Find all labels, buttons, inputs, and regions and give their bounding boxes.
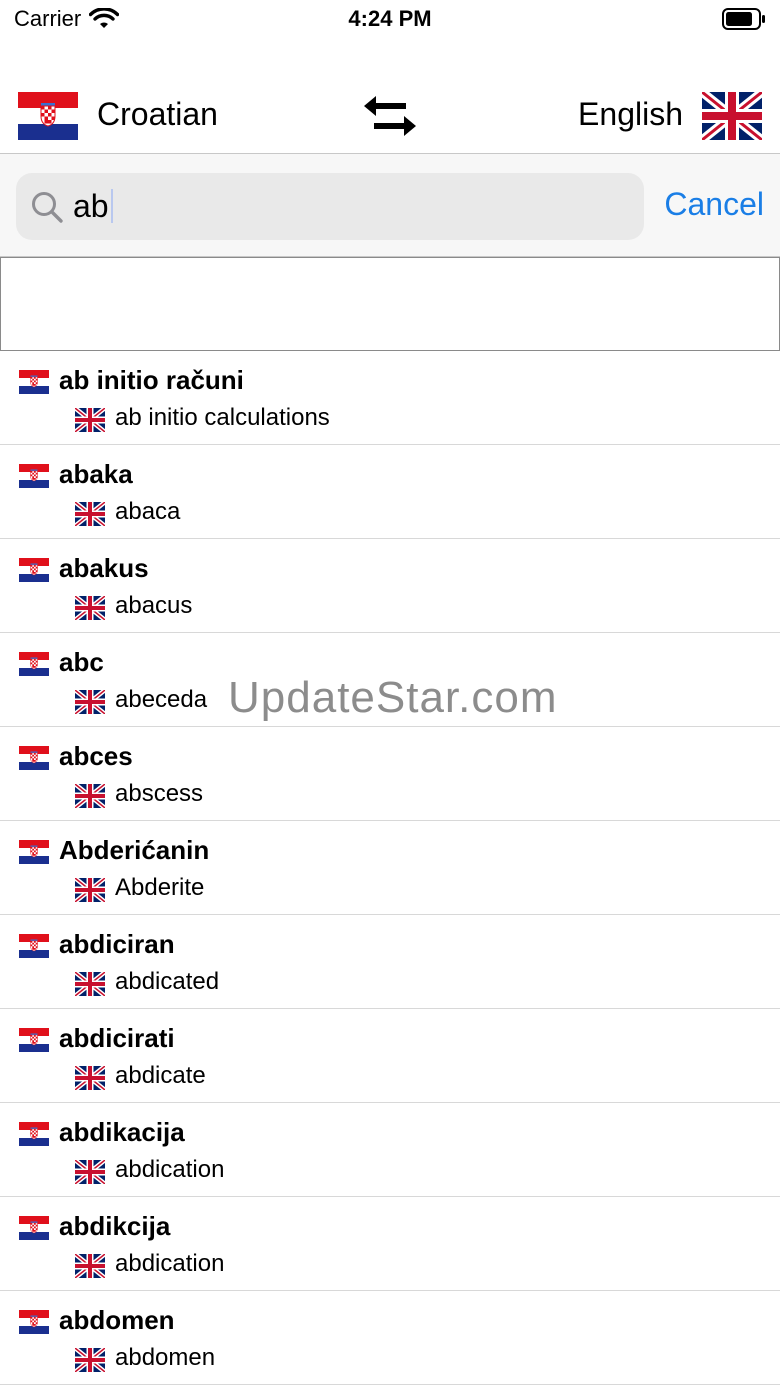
croatia-flag-icon [19, 652, 49, 676]
entry-translation: ab initio calculations [115, 404, 330, 431]
battery-icon [722, 8, 765, 30]
croatia-flag-icon [19, 934, 49, 958]
uk-flag-icon [75, 1254, 105, 1278]
entry-translation: abdication [115, 1156, 225, 1183]
list-item[interactable]: abdikcija abdication [0, 1197, 780, 1291]
croatia-flag-icon [19, 840, 49, 864]
ad-banner-placeholder [0, 257, 780, 351]
uk-flag-icon [75, 408, 105, 432]
uk-flag-icon [75, 1348, 105, 1372]
entry-translation: abaca [115, 498, 181, 525]
croatia-flag-icon [19, 370, 49, 394]
results-list[interactable]: ab initio računi ab initio calculations ab… [0, 351, 780, 1385]
text-caret [110, 189, 113, 223]
croatia-flag-icon [19, 1216, 49, 1240]
entry-translation: abdication [115, 1250, 225, 1277]
list-item[interactable]: Abderićanin Abderite [0, 821, 780, 915]
cancel-button[interactable]: Cancel [664, 186, 764, 223]
uk-flag-icon [75, 690, 105, 714]
entry-translation: abdomen [115, 1344, 216, 1371]
list-item[interactable]: abdicirati abdicate [0, 1009, 780, 1103]
entry-term: Abderićanin [59, 835, 210, 865]
list-item[interactable]: abdiciran abdicated [0, 915, 780, 1009]
entry-term: abakus [59, 553, 149, 583]
croatia-flag-icon [19, 1310, 49, 1334]
search-icon [32, 192, 63, 223]
language-selector-bar: Croatian English [0, 82, 780, 152]
croatia-flag-icon [19, 558, 49, 582]
list-item[interactable]: abaka abaca [0, 445, 780, 539]
target-language-label[interactable]: English [578, 96, 683, 133]
uk-flag-icon [75, 1160, 105, 1184]
watermark: UpdateStar.com [228, 673, 558, 722]
uk-flag-icon [75, 784, 105, 808]
entry-translation: abeceda [115, 686, 208, 713]
croatia-flag-icon [19, 746, 49, 770]
uk-flag-icon [75, 502, 105, 526]
entry-translation: abacus [115, 592, 193, 619]
status-bar: Carrier 4:24 PM [0, 0, 780, 42]
entry-term: abdikacija [59, 1117, 185, 1147]
uk-flag-icon [75, 1066, 105, 1090]
source-language-label[interactable]: Croatian [97, 96, 218, 133]
entry-term: abc [59, 647, 104, 677]
entry-translation: abdicate [115, 1062, 206, 1089]
list-item[interactable]: abdomen abdomen [0, 1291, 780, 1385]
entry-term: abdiciran [59, 929, 175, 959]
swap-languages-icon[interactable] [360, 94, 420, 138]
entry-translation: Abderite [115, 874, 205, 901]
croatia-flag-icon [19, 1028, 49, 1052]
entry-term: abdomen [59, 1305, 175, 1335]
uk-flag-icon [75, 596, 105, 620]
list-item[interactable]: abdikacija abdication [0, 1103, 780, 1197]
entry-term: abdicirati [59, 1023, 175, 1053]
search-bar: ab Cancel [0, 153, 780, 257]
entry-term: abdikcija [59, 1211, 171, 1241]
list-item[interactable]: abakus abacus [0, 539, 780, 633]
croatia-flag-icon [19, 464, 49, 488]
uk-flag-icon [75, 972, 105, 996]
list-item[interactable]: ab initio računi ab initio calculations [0, 351, 780, 445]
list-item[interactable]: abces abscess [0, 727, 780, 821]
search-input[interactable]: ab [16, 173, 644, 240]
uk-flag-icon [75, 878, 105, 902]
search-query-text: ab [73, 188, 113, 225]
entry-translation: abscess [115, 780, 204, 807]
entry-translation: abdicated [115, 968, 220, 995]
croatia-flag-icon [19, 1122, 49, 1146]
status-time: 4:24 PM [348, 6, 432, 31]
entry-term: abaka [59, 459, 133, 489]
entry-term: ab initio računi [59, 365, 244, 395]
croatia-flag-icon[interactable] [18, 92, 78, 140]
uk-flag-icon[interactable] [702, 92, 762, 140]
entry-term: abces [59, 741, 133, 771]
